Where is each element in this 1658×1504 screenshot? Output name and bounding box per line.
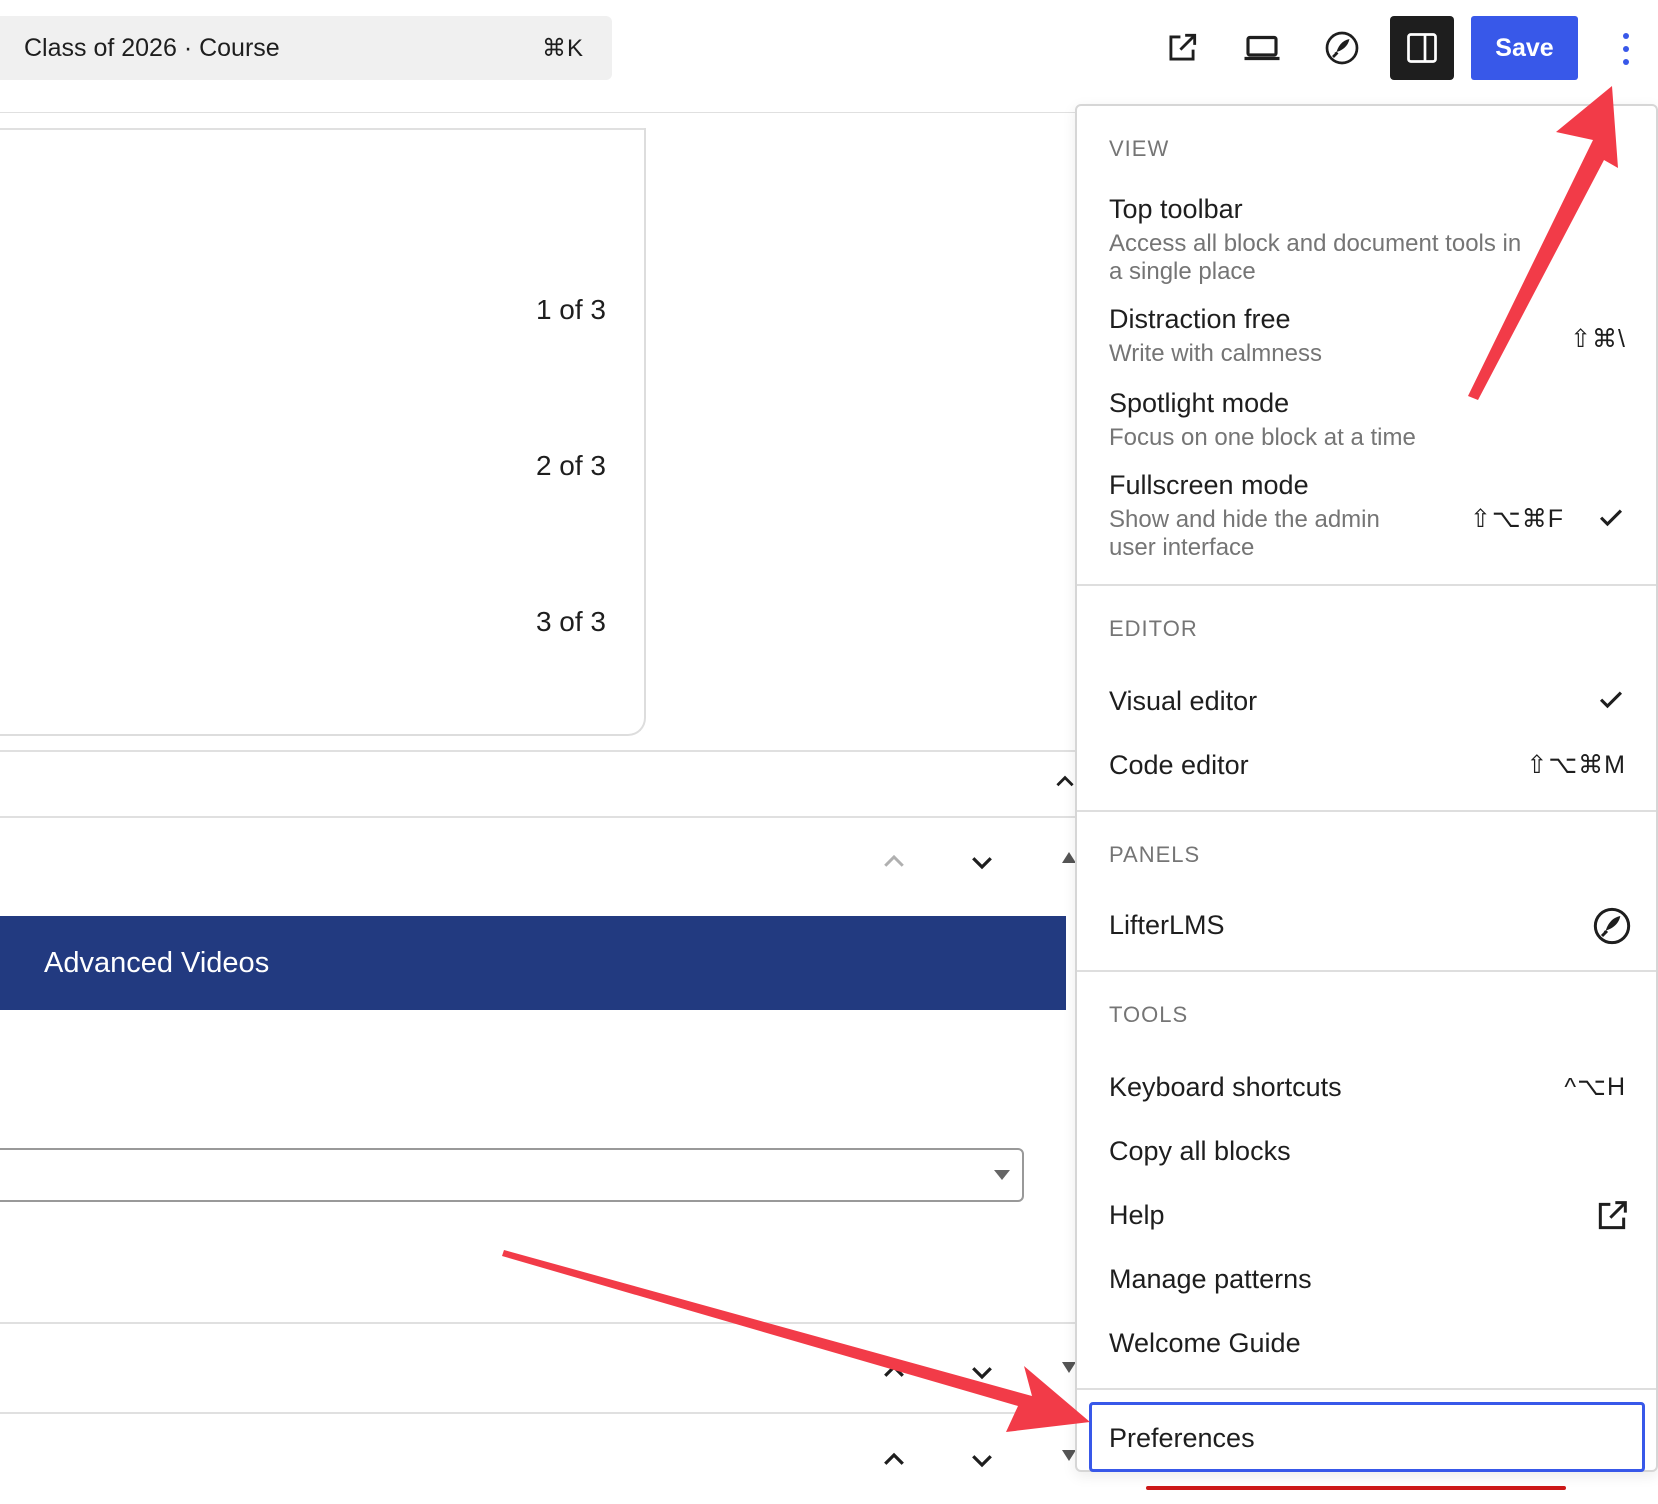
external-link-icon	[1598, 1201, 1627, 1230]
menu-item-title: Code editor	[1109, 750, 1249, 780]
menu-item-preferences[interactable]: Preferences	[1089, 1402, 1645, 1472]
chevron-down-icon	[972, 1367, 992, 1380]
menu-item-description: Access all block and document tools in a…	[1109, 230, 1522, 285]
laptop-icon	[1244, 35, 1280, 61]
block-divider	[0, 750, 1075, 752]
sidebar-toggle-icon	[1407, 33, 1437, 63]
move-up-button[interactable]	[874, 1440, 914, 1480]
menu-item-shortcut: ⇧⌥⌘M	[1526, 751, 1626, 779]
menu-item-title: Fullscreen mode	[1109, 470, 1309, 500]
error-outline	[1146, 1486, 1566, 1490]
section-heading-view: VIEW	[1109, 136, 1170, 161]
lifterlms-panel-button[interactable]	[1310, 16, 1374, 80]
section-banner: Advanced Videos	[0, 916, 1066, 1010]
slide-counter: 2 of 3	[535, 450, 606, 481]
select-field[interactable]	[0, 1148, 1024, 1202]
external-link-icon	[1169, 33, 1197, 61]
menu-item-shortcut: ⇧⌥⌘F	[1469, 505, 1564, 533]
annotation-arrow-right-icon	[502, 1250, 1090, 1432]
menu-item-title: Spotlight mode	[1109, 388, 1290, 418]
chevron-down-icon	[972, 1455, 992, 1468]
menu-item-shortcut: ⇧⌘\	[1570, 325, 1626, 353]
options-dropdown-menu: VIEW Top toolbar Access all block and do…	[1075, 104, 1658, 1472]
menu-item-title: Keyboard shortcuts	[1109, 1072, 1342, 1102]
move-up-button[interactable]	[874, 1352, 914, 1392]
block-divider	[0, 1412, 1075, 1414]
toggle-down-icon[interactable]	[1062, 1450, 1076, 1461]
chevron-up-icon	[884, 1364, 904, 1377]
menu-item-shortcut: ^⌥H	[1564, 1073, 1626, 1101]
menu-item-title: Preferences	[1109, 1423, 1255, 1453]
command-palette-bar[interactable]: Class of 2026 · Course ⌘K	[0, 16, 612, 80]
menu-item-description: Show and hide the admin user interface	[1109, 506, 1380, 561]
lifterlms-rocket-icon	[1593, 907, 1631, 945]
chevron-down-icon	[972, 857, 992, 870]
lifterlms-rocket-icon	[1325, 31, 1359, 65]
check-icon	[1599, 509, 1623, 527]
options-menu-button[interactable]	[1606, 24, 1646, 74]
menu-divider	[1077, 1388, 1656, 1390]
section-heading-tools: TOOLS	[1109, 1002, 1189, 1027]
menu-item-title: Distraction free	[1109, 304, 1291, 334]
move-up-button[interactable]	[874, 842, 914, 882]
menu-divider	[1077, 970, 1656, 972]
menu-divider	[1077, 810, 1656, 812]
chevron-up-icon	[884, 1452, 904, 1465]
menu-item-title: Copy all blocks	[1109, 1136, 1291, 1166]
block-divider	[0, 816, 1075, 818]
save-button[interactable]: Save	[1471, 16, 1578, 80]
menu-item-title: Manage patterns	[1109, 1264, 1312, 1294]
menu-item-title: Visual editor	[1109, 686, 1258, 716]
menu-item-description: Focus on one block at a time	[1109, 424, 1416, 451]
move-down-button[interactable]	[962, 842, 1002, 882]
menu-item-title: Help	[1109, 1200, 1165, 1230]
move-down-button[interactable]	[962, 1352, 1002, 1392]
menu-item-title: Welcome Guide	[1109, 1328, 1301, 1358]
settings-sidebar-toggle[interactable]	[1390, 16, 1454, 80]
menu-item-title: Top toolbar	[1109, 194, 1243, 224]
slide-counter: 3 of 3	[535, 606, 606, 637]
move-down-button[interactable]	[962, 1440, 1002, 1480]
document-title: Class of 2026 · Course	[24, 33, 280, 62]
menu-item-title: LifterLMS	[1109, 910, 1225, 940]
check-icon	[1599, 691, 1623, 709]
view-post-button[interactable]	[1150, 16, 1214, 80]
toggle-up-icon[interactable]	[1062, 852, 1076, 863]
block-divider	[0, 1322, 1075, 1324]
section-heading-editor: EDITOR	[1109, 616, 1198, 641]
command-shortcut: ⌘K	[541, 34, 584, 62]
banner-title: Advanced Videos	[44, 946, 270, 979]
slides-card	[0, 128, 646, 736]
preview-device-button[interactable]	[1230, 16, 1294, 80]
more-vertical-icon	[1623, 33, 1629, 65]
menu-divider	[1077, 584, 1656, 586]
slide-counter: 1 of 3	[535, 294, 606, 325]
caret-down-icon	[994, 1170, 1010, 1180]
chevron-up-icon	[884, 854, 904, 867]
section-heading-panels: PANELS	[1109, 842, 1201, 867]
toggle-down-icon[interactable]	[1062, 1362, 1076, 1373]
menu-item-description: Write with calmness	[1109, 340, 1322, 367]
